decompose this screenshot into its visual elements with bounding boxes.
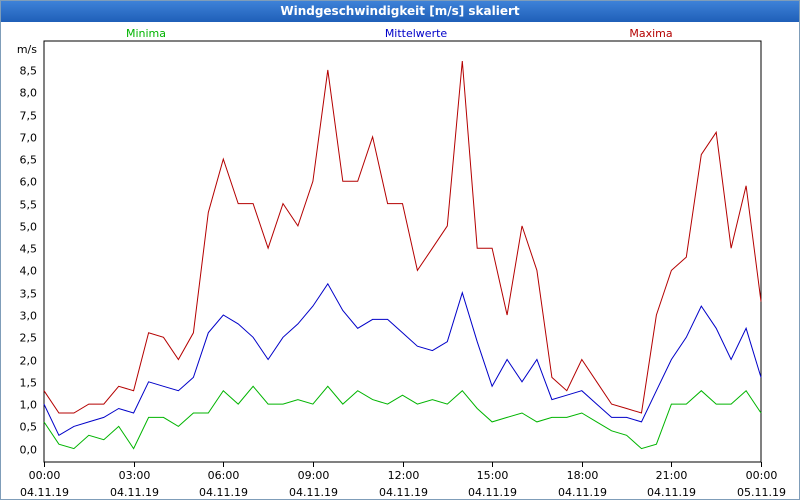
y-tick-label: 3,0 [20, 310, 38, 323]
y-tick-label: 2,0 [20, 355, 38, 368]
y-tick-label: 5,5 [20, 199, 38, 212]
y-tick-label: 0,0 [20, 444, 38, 457]
x-tick-time: 18:00 [567, 469, 599, 482]
y-axis-label: m/s [17, 43, 37, 56]
y-tick-label: 7,0 [20, 132, 38, 145]
y-tick-label: 7,5 [20, 110, 38, 123]
legend-mittelwerte: Mittelwerte [385, 27, 448, 40]
chart-window: Windgeschwindigkeit [m/s] skaliert 0,0 0,… [0, 0, 800, 500]
y-tick-label: 8,5 [20, 65, 38, 78]
y-tick-label: 4,5 [20, 243, 38, 256]
x-tick-time: 12:00 [388, 469, 420, 482]
y-tick-label: 5,0 [20, 221, 38, 234]
y-tick-label: 3,5 [20, 288, 38, 301]
x-tick-date: 04.11.19 [647, 486, 696, 499]
plot-area [43, 40, 762, 463]
y-tick-label: 8,0 [20, 87, 38, 100]
y-tick-label: 6,5 [20, 154, 38, 167]
axes [43, 40, 762, 467]
x-tick-date: 04.11.19 [558, 486, 607, 499]
window-title: Windgeschwindigkeit [m/s] skaliert [1, 1, 799, 22]
x-tick-date: 04.11.19 [379, 486, 428, 499]
y-tick-label: 6,0 [20, 176, 38, 189]
x-tick-date: 04.11.19 [289, 486, 338, 499]
x-tick-date: 04.11.19 [20, 486, 69, 499]
x-tick-time: 09:00 [298, 469, 330, 482]
x-tick-time: 06:00 [208, 469, 240, 482]
x-tick-time: 03:00 [119, 469, 151, 482]
x-tick-date: 04.11.19 [199, 486, 248, 499]
x-tick-time: 00:00 [746, 469, 778, 482]
x-tick-time: 00:00 [29, 469, 61, 482]
x-tick-date: 05.11.19 [737, 486, 786, 499]
x-tick-date: 04.11.19 [110, 486, 159, 499]
y-tick-label: 1,5 [20, 377, 38, 390]
y-tick-label: 2,5 [20, 332, 38, 345]
x-tick-time: 15:00 [477, 469, 509, 482]
y-tick-label: 4,0 [20, 265, 38, 278]
legend-minima: Minima [126, 27, 166, 40]
legend-maxima: Maxima [629, 27, 672, 40]
y-tick-label: 1,0 [20, 399, 38, 412]
x-tick-time: 21:00 [656, 469, 688, 482]
x-tick-date: 04.11.19 [468, 486, 517, 499]
wind-speed-chart: 0,0 0,5 1,0 1,5 2,0 2,5 3,0 3,5 4,0 4,5 5,0 5,5 6,0 6… [17, 27, 786, 499]
y-tick-label: 0,5 [20, 421, 38, 434]
